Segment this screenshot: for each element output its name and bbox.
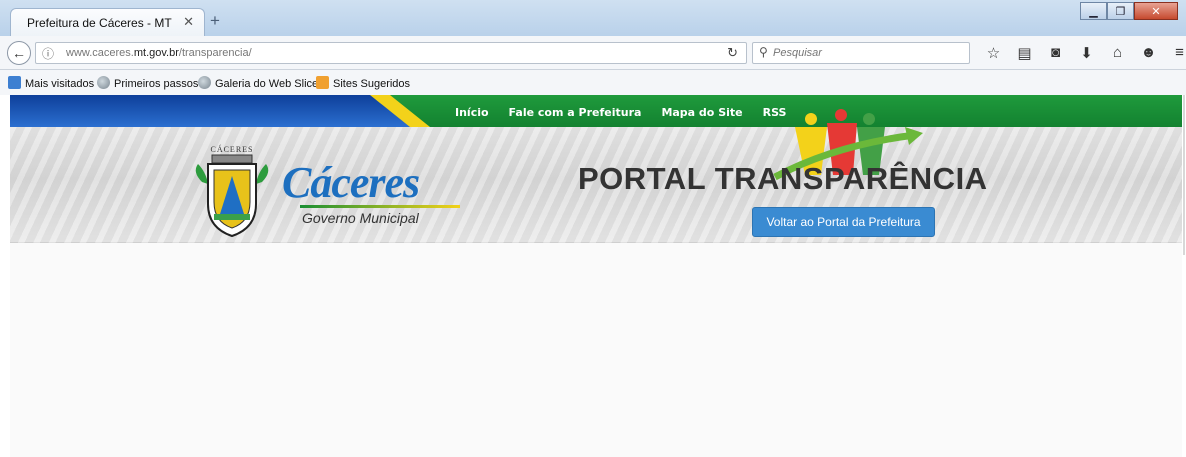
portal-title: PORTAL TRANSPARÊNCIA [578, 161, 988, 196]
globe-icon [97, 76, 110, 89]
toolbar-icons: ☆ ▤ ◙ ⬇ ⌂ ☻ ≡ [978, 44, 1186, 62]
logo-underline [300, 205, 460, 208]
blue-wedge-decoration [10, 95, 430, 127]
bookmark-sites-sugeridos[interactable]: Sites Sugeridos [316, 76, 410, 90]
search-input[interactable] [773, 45, 963, 61]
bookmarks-folder-icon [8, 76, 21, 89]
header-banner: CÁCERES Cáceres Governo Municipal PORTAL… [10, 109, 1182, 243]
reload-icon[interactable]: ↻ [727, 45, 738, 61]
minimize-icon[interactable]: ▁ [1080, 2, 1107, 20]
menu-inicio[interactable]: Início [455, 106, 489, 119]
close-tab-icon[interactable]: ✕ [183, 14, 194, 30]
tab-title: Prefeitura de Cáceres - MT [27, 16, 172, 30]
scrollbar-track[interactable] [1183, 95, 1185, 255]
logo-name: Cáceres [282, 158, 420, 207]
menu-icon[interactable]: ≡ [1164, 44, 1186, 62]
logo-subtitle: Governo Municipal [302, 210, 419, 226]
reading-list-icon[interactable]: ▤ [1009, 44, 1040, 62]
close-window-icon[interactable]: ✕ [1134, 2, 1178, 20]
home-icon[interactable]: ⌂ [1102, 44, 1133, 62]
crest-text: CÁCERES [210, 144, 253, 154]
globe-icon [198, 76, 211, 89]
page-content: Início Fale com a Prefeitura Mapa do Sit… [10, 95, 1182, 457]
top-menu: Início Fale com a Prefeitura Mapa do Sit… [455, 106, 806, 119]
top-menu-bar: Início Fale com a Prefeitura Mapa do Sit… [10, 95, 1182, 127]
search-bar[interactable]: ⚲ [752, 42, 970, 64]
menu-mapa-do-site[interactable]: Mapa do Site [661, 106, 742, 119]
download-icon[interactable]: ⬇ [1071, 44, 1102, 62]
menu-fale-com-a-prefeitura[interactable]: Fale com a Prefeitura [509, 106, 642, 119]
back-button[interactable]: ← [7, 41, 31, 65]
new-tab-icon[interactable]: + [210, 11, 220, 31]
bookmarks-bar: Mais visitados Primeiros passos Galeria … [0, 70, 1186, 95]
suggested-sites-icon [316, 76, 329, 89]
city-crest-icon: CÁCERES [195, 144, 269, 238]
pocket-icon[interactable]: ◙ [1040, 44, 1071, 62]
maximize-icon[interactable]: ❐ [1107, 2, 1134, 20]
back-to-portal-button[interactable]: Voltar ao Portal da Prefeitura [752, 207, 935, 237]
bookmark-mais-visitados[interactable]: Mais visitados [8, 76, 94, 90]
info-icon[interactable]: ⓘ [42, 45, 54, 62]
bookmark-galeria-web-slice[interactable]: Galeria do Web Slice [198, 76, 318, 90]
url-text: www.caceres.mt.gov.br/transparencia/ [66, 47, 252, 59]
window-controls: ▁ ❐ ✕ [1080, 2, 1178, 22]
chat-icon[interactable]: ☻ [1133, 44, 1164, 62]
search-icon: ⚲ [759, 45, 768, 59]
address-bar[interactable]: ⓘ www.caceres.mt.gov.br/transparencia/ ↻ [35, 42, 747, 64]
bookmark-star-icon[interactable]: ☆ [978, 44, 1009, 62]
browser-titlebar: Prefeitura de Cáceres - MT ✕ + ▁ ❐ ✕ [0, 0, 1186, 36]
navigation-bar: ← ⓘ www.caceres.mt.gov.br/transparencia/… [0, 36, 1186, 70]
bookmark-primeiros-passos[interactable]: Primeiros passos [97, 76, 198, 90]
browser-tab[interactable]: Prefeitura de Cáceres - MT ✕ [10, 8, 205, 36]
